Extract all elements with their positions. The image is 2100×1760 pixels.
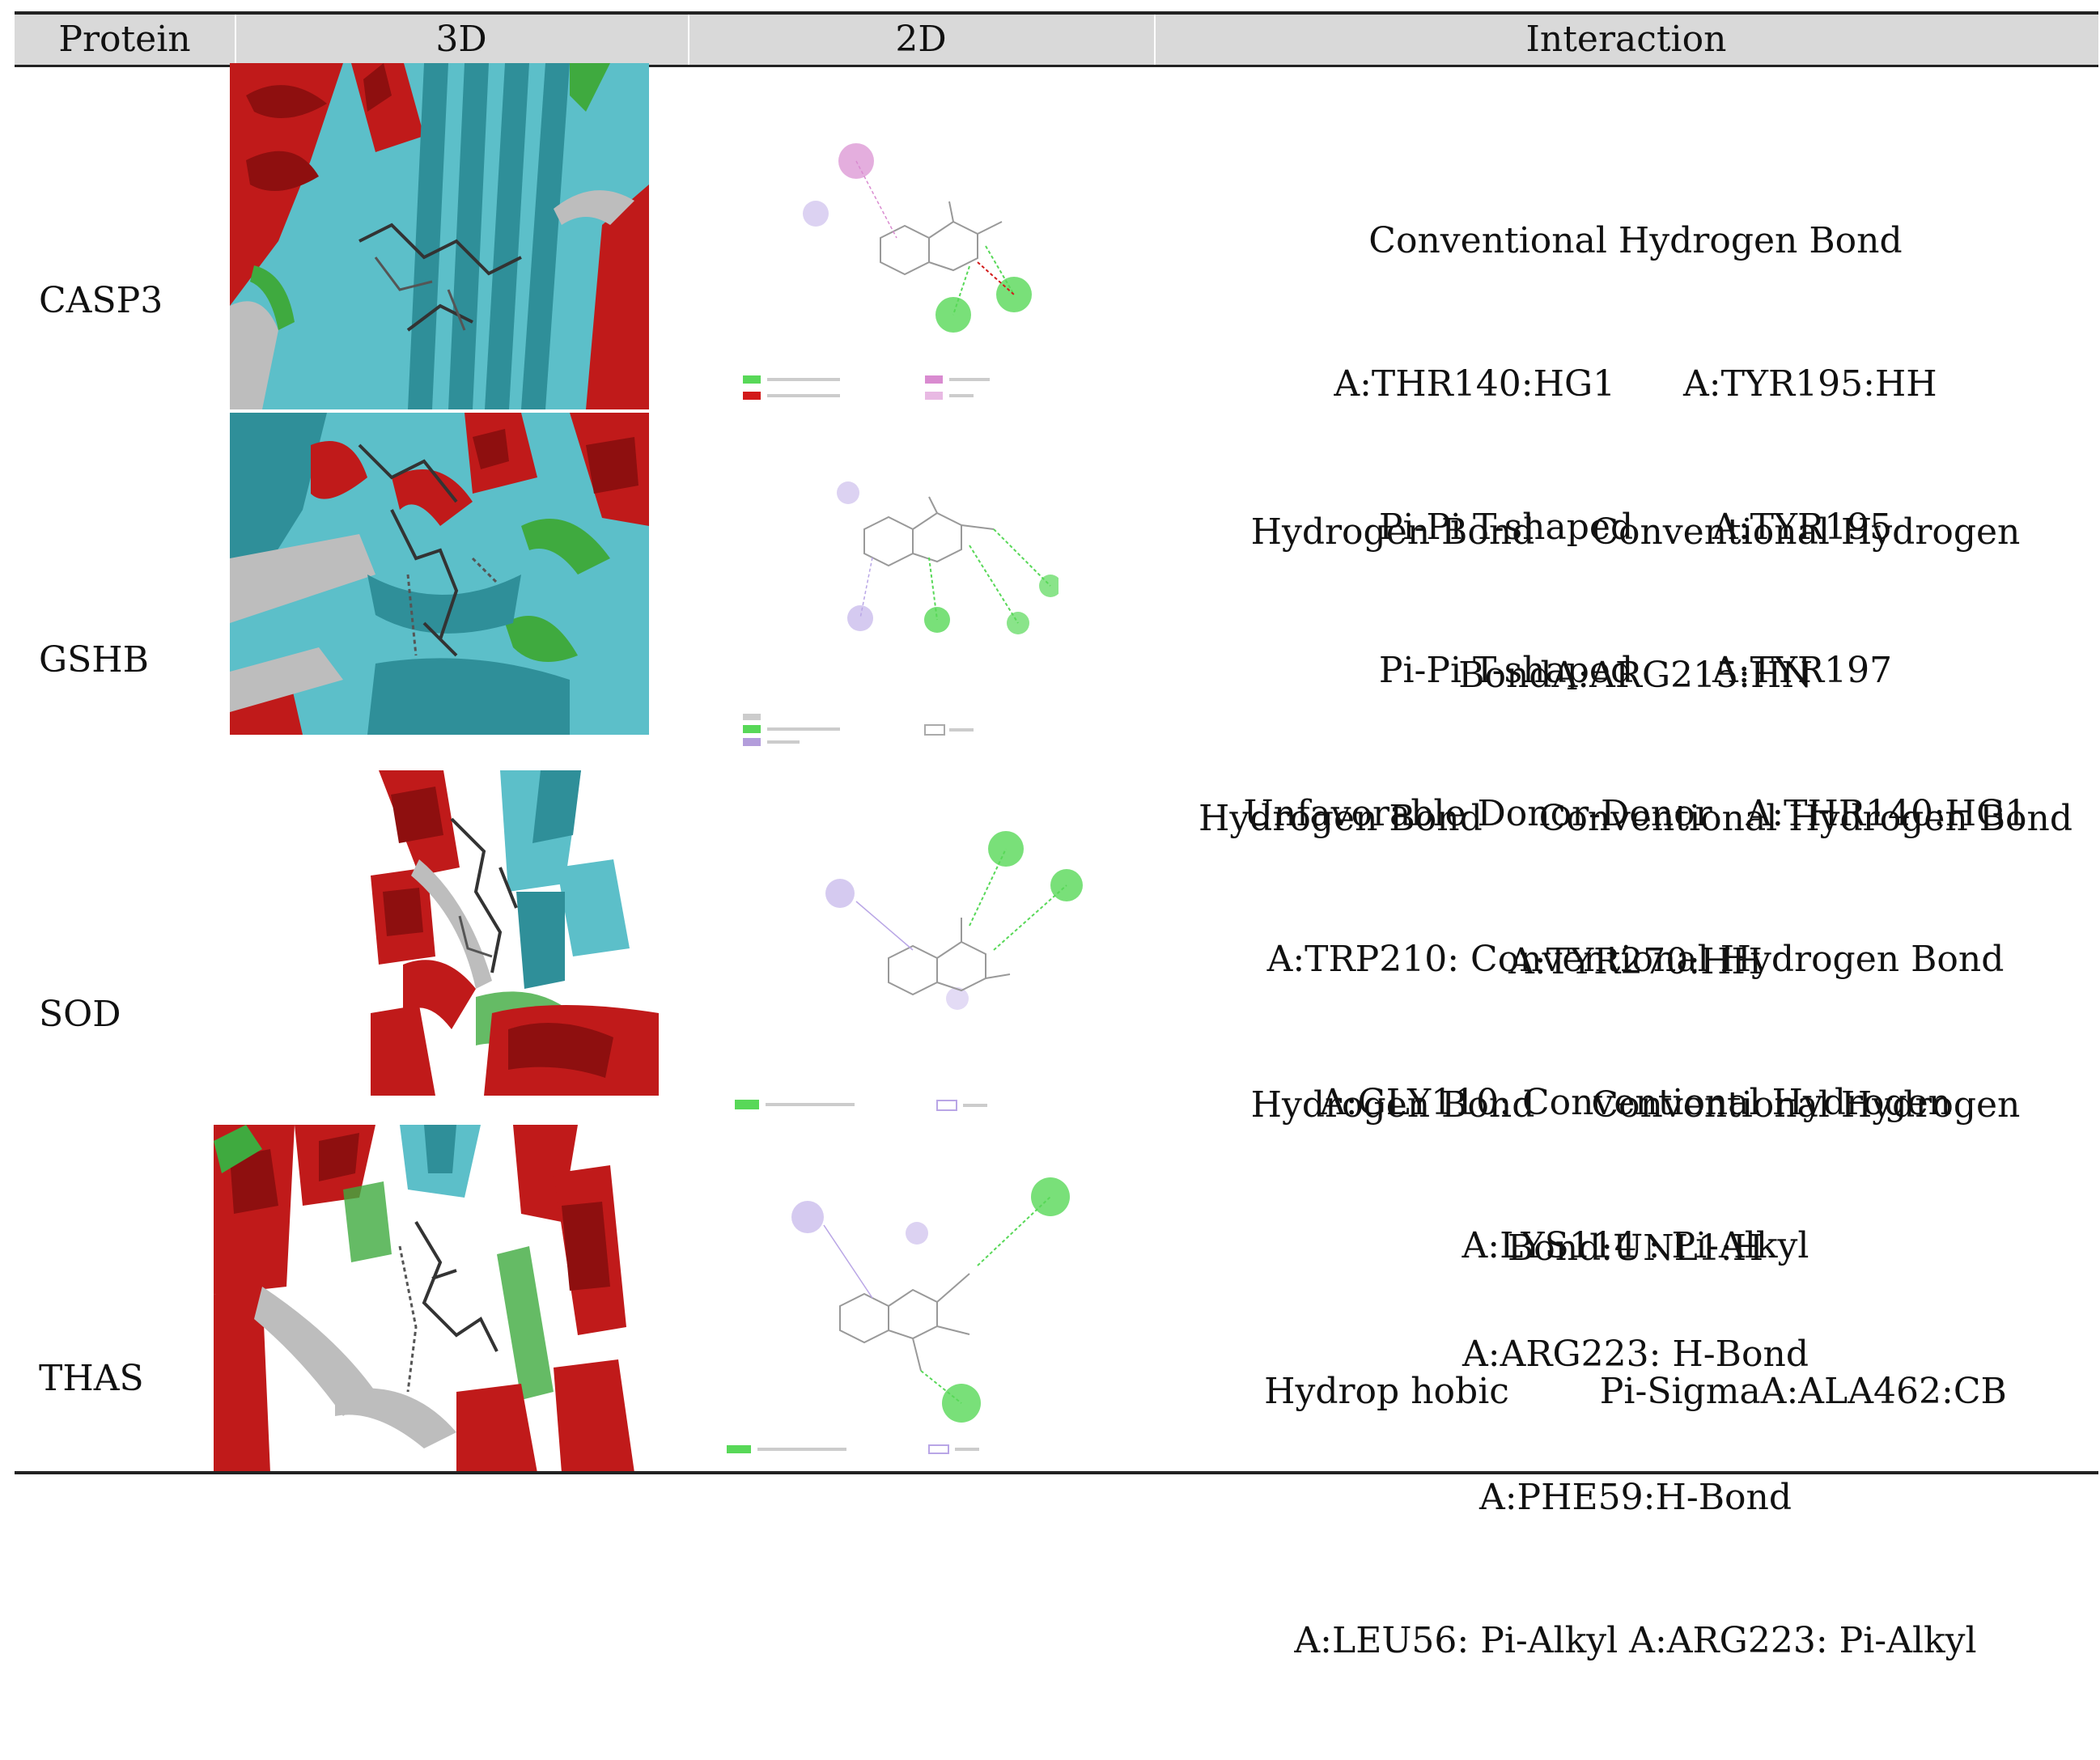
interaction-2d-thas xyxy=(719,1144,1075,1468)
header-interaction: Interaction xyxy=(1525,19,1727,60)
interaction-text-thas: A:ARG223: H-Bond A:PHE59:H-Bond A:LEU56:… xyxy=(1294,1334,1977,1661)
structure-3d-gshb xyxy=(230,413,649,735)
interaction-2d-sod xyxy=(727,804,1083,1128)
protein-name-casp3: CASP3 xyxy=(39,280,163,321)
structure-3d-casp3 xyxy=(230,63,649,409)
bottom-rule xyxy=(15,1471,2098,1474)
protein-name-thas: THAS xyxy=(39,1358,144,1399)
structure-3d-sod xyxy=(371,770,659,1096)
docking-table: Protein 3D 2D Interaction CASP3 Conventi… xyxy=(15,11,2098,1661)
header-2d: 2D xyxy=(895,19,947,60)
structure-3d-thas xyxy=(214,1125,643,1473)
protein-name-gshb: GSHB xyxy=(39,639,149,681)
interaction-2d-gshb xyxy=(735,464,1058,756)
interaction-2d-casp3 xyxy=(735,125,1058,416)
header-protein: Protein xyxy=(58,19,191,60)
header-3d: 3D xyxy=(435,19,487,60)
protein-name-sod: SOD xyxy=(39,994,121,1035)
